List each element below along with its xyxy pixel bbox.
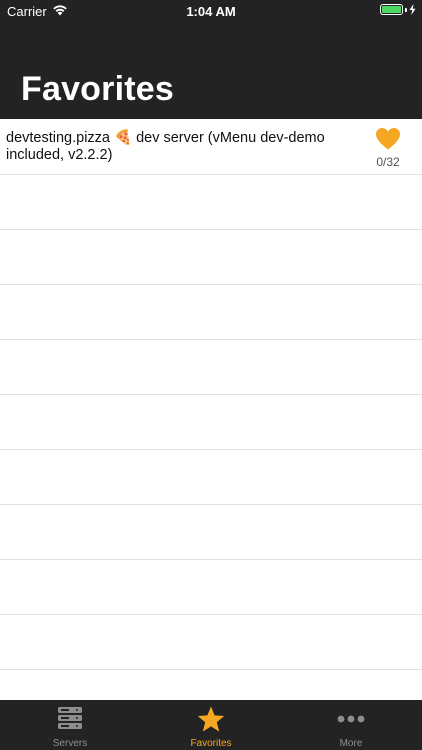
- battery-icon: [380, 4, 416, 15]
- star-icon: [197, 706, 225, 732]
- server-rack-icon: [58, 707, 82, 729]
- more-dots-icon: [337, 715, 365, 723]
- tab-favorites[interactable]: Favorites: [141, 700, 281, 750]
- tab-servers[interactable]: Servers: [0, 700, 140, 750]
- empty-row: [0, 560, 422, 615]
- heart-icon[interactable]: [375, 127, 401, 150]
- server-name: devtesting.pizza 🍕 dev server (vMenu dev…: [6, 130, 325, 163]
- page-title: Favorites: [21, 70, 174, 108]
- charging-bolt-icon: [409, 4, 416, 15]
- favorites-list[interactable]: devtesting.pizza 🍕 dev server (vMenu dev…: [0, 119, 422, 700]
- server-row[interactable]: devtesting.pizza 🍕 dev server (vMenu dev…: [0, 119, 422, 175]
- empty-row: [0, 670, 422, 700]
- empty-row: [0, 450, 422, 505]
- empty-row: [0, 395, 422, 450]
- empty-row: [0, 505, 422, 560]
- empty-row: [0, 615, 422, 670]
- empty-row: [0, 175, 422, 230]
- tab-more[interactable]: More: [281, 700, 421, 750]
- tab-bar: Servers Favorites More: [0, 700, 422, 750]
- tab-more-label: More: [339, 738, 363, 749]
- empty-row: [0, 285, 422, 340]
- tab-servers-label: Servers: [52, 738, 88, 749]
- player-count: 0/32: [376, 155, 400, 169]
- empty-row: [0, 340, 422, 395]
- status-bar: Carrier 1:04 AM: [0, 0, 422, 22]
- status-time: 1:04 AM: [186, 4, 236, 19]
- favorite-toggle[interactable]: 0/32: [368, 127, 408, 169]
- nav-header: Carrier 1:04 AM Favorites: [0, 0, 422, 119]
- tab-favorites-label: Favorites: [190, 738, 232, 749]
- empty-row: [0, 230, 422, 285]
